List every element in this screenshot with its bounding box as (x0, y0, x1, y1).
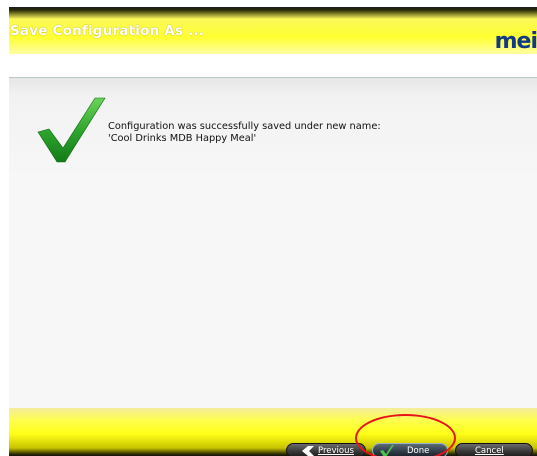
content-panel: Configuration was successfully saved und… (9, 78, 537, 408)
footer-bar: Previous Done Cancel (9, 408, 537, 456)
previous-button[interactable]: Previous (286, 443, 366, 456)
done-highlight-circle (355, 414, 456, 456)
mei-logo: mei (494, 29, 537, 54)
success-message: Configuration was successfully saved und… (108, 121, 381, 145)
window-title: Save Configuration As ... (10, 23, 205, 39)
message-line-2: 'Cool Drinks MDB Happy Meal' (108, 133, 257, 144)
message-line-1: Configuration was successfully saved und… (108, 121, 381, 132)
page: Save Configuration As ... mei Configurat… (0, 0, 537, 456)
cancel-button[interactable]: Cancel (455, 443, 533, 456)
wizard-window: Save Configuration As ... mei Configurat… (9, 7, 537, 456)
success-check-icon (37, 97, 106, 163)
sub-header-bar (9, 54, 537, 78)
cancel-label: Cancel (475, 446, 504, 456)
previous-label: Previous (318, 446, 354, 456)
arrow-left-icon (302, 446, 314, 456)
title-bar: Save Configuration As ... mei (9, 7, 537, 54)
